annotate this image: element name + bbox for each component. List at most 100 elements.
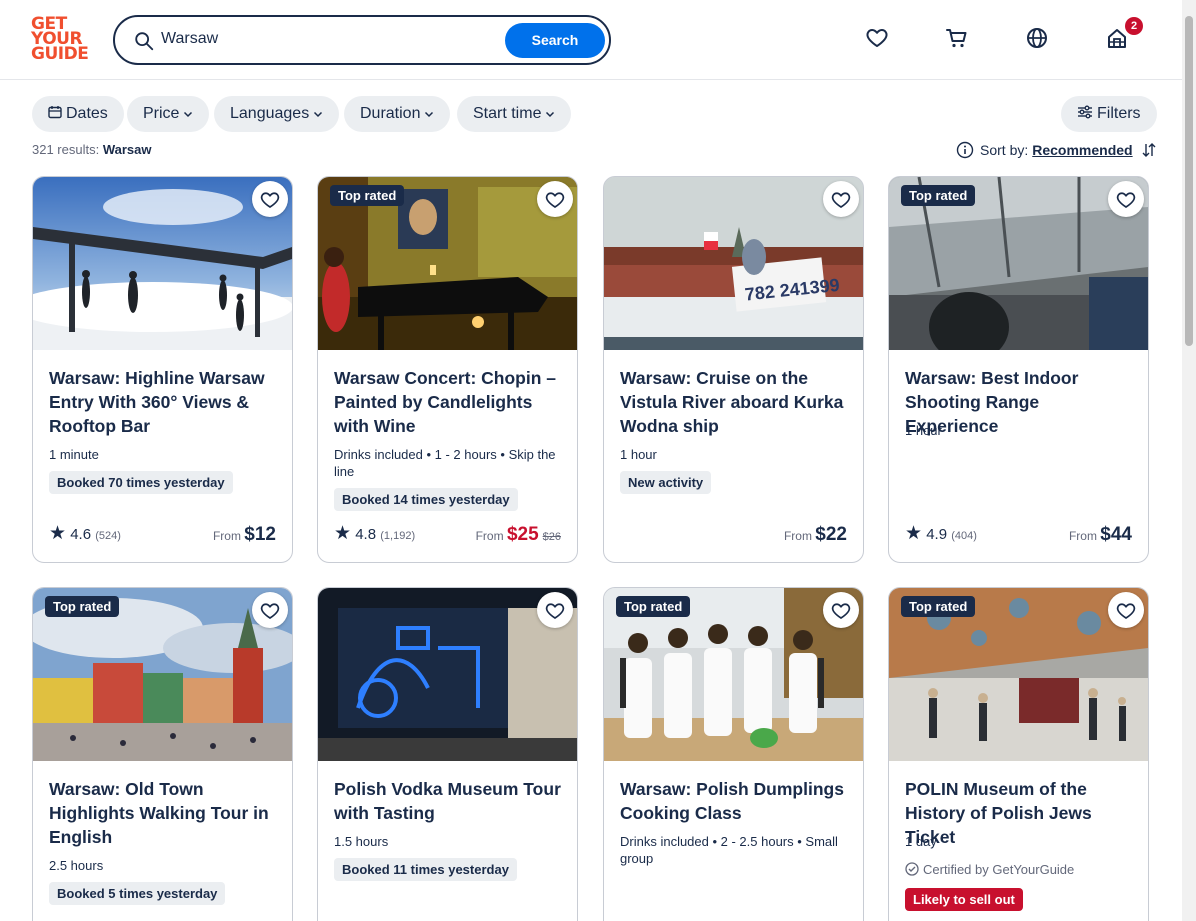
getyourguide-logo[interactable]: GET YOUR GUIDE: [31, 16, 91, 64]
sort-label: Sort by:: [980, 142, 1029, 158]
chevron-down-icon: [184, 111, 193, 117]
activity-card[interactable]: Top rated Warsaw: Best Indoor Shooting R…: [888, 176, 1149, 563]
price: From $12: [213, 524, 276, 546]
activity-card[interactable]: Polish Vodka Museum Tour with Tasting 1.…: [317, 587, 578, 921]
chip-label: Duration: [360, 105, 421, 122]
filters-label: Filters: [1097, 105, 1141, 122]
wishlist-heart-button[interactable]: [823, 181, 859, 217]
price: From $44: [1069, 524, 1132, 546]
activity-card[interactable]: Top rated Warsaw: Old Town Highlights Wa…: [32, 587, 293, 921]
new-activity-badge: New activity: [620, 471, 712, 494]
wishlist-heart-button[interactable]: [252, 181, 288, 217]
activity-duration: 2.5 hours: [49, 858, 104, 873]
heart-icon: [260, 603, 280, 619]
activity-card[interactable]: Warsaw: Highline Warsaw Entry With 360° …: [32, 176, 293, 563]
chip-label: Languages: [230, 105, 310, 122]
booked-badge: Booked 5 times yesterday: [49, 882, 226, 905]
rating: ★ 4.6 (524): [49, 522, 121, 545]
original-price: $26: [542, 531, 561, 543]
wishlist-heart-icon[interactable]: [865, 26, 889, 50]
heart-icon: [1116, 603, 1136, 619]
price-from-label: From: [212, 529, 241, 543]
star-icon: ★: [905, 523, 923, 544]
wishlist-heart-button[interactable]: [1108, 592, 1144, 628]
chip-label: Start time: [473, 105, 542, 122]
activity-title[interactable]: Warsaw: Highline Warsaw Entry With 360° …: [49, 366, 281, 438]
top-rated-badge: Top rated: [616, 596, 691, 617]
search-bar[interactable]: Warsaw Search: [113, 15, 611, 65]
booked-badge: Booked 11 times yesterday: [334, 858, 517, 881]
certified-check-icon: [905, 862, 919, 876]
chip-label: Price: [143, 105, 180, 122]
activity-meta: Drinks included • 2 - 2.5 hours • Small …: [620, 834, 838, 866]
wishlist-heart-button[interactable]: [537, 592, 573, 628]
activity-title[interactable]: Polish Vodka Museum Tour with Tasting: [334, 777, 566, 825]
wishlist-heart-button[interactable]: [252, 592, 288, 628]
chevron-down-icon: [314, 111, 323, 117]
activity-title[interactable]: Warsaw: Old Town Highlights Walking Tour…: [49, 777, 281, 849]
rating-value: 4.9: [926, 526, 948, 543]
search-icon: [135, 32, 154, 51]
cart-icon[interactable]: [945, 26, 969, 50]
page-scrollbar[interactable]: [1182, 0, 1196, 921]
activity-duration: 1 hour: [620, 447, 657, 462]
filter-chip-start-time[interactable]: Start time: [457, 96, 572, 132]
activity-title[interactable]: Warsaw: Polish Dumplings Cooking Class: [620, 777, 852, 825]
cart-count-badge: 2: [1125, 17, 1143, 35]
scrollbar-thumb[interactable]: [1185, 16, 1193, 346]
sort-control[interactable]: Sort by: Recommended: [956, 141, 1157, 159]
top-rated-badge: Top rated: [901, 596, 976, 617]
chevron-down-icon: [425, 111, 434, 117]
review-count: (1,192): [380, 530, 416, 542]
activity-card[interactable]: Top rated Warsaw: Polish Dumplings Cooki…: [603, 587, 864, 921]
activity-card[interactable]: 782 241399 Warsaw: Cruise on the Vistula…: [603, 176, 864, 563]
heart-icon: [545, 603, 565, 619]
sale-price-value: $25: [506, 524, 539, 545]
activity-title[interactable]: Warsaw: Cruise on the Vistula River aboa…: [620, 366, 852, 438]
heart-icon: [831, 603, 851, 619]
top-rated-badge: Top rated: [901, 185, 976, 206]
calendar-icon: [48, 106, 62, 119]
activity-duration: 1 hour: [905, 423, 942, 438]
rating-value: 4.6: [70, 526, 92, 543]
price: From $22: [784, 524, 847, 546]
header: GET YOUR GUIDE Warsaw Search 2: [0, 0, 1182, 80]
heart-icon: [1116, 192, 1136, 208]
price-from-label: From: [783, 529, 812, 543]
wishlist-heart-button[interactable]: [1108, 181, 1144, 217]
price-from-label: From: [475, 529, 504, 543]
booked-badge: Booked 70 times yesterday: [49, 471, 233, 494]
info-icon[interactable]: [956, 141, 974, 159]
results-query: Warsaw: [102, 142, 152, 157]
activity-card[interactable]: Top rated Warsaw Concert: Chopin – Paint…: [317, 176, 578, 563]
review-count: (524): [95, 530, 121, 542]
chip-label: Dates: [66, 105, 108, 122]
activity-card[interactable]: Top rated POLIN Museum of the History of…: [888, 587, 1149, 921]
certified-label: Certified by GetYourGuide: [905, 862, 1074, 877]
heart-icon: [831, 192, 851, 208]
filter-chip-duration[interactable]: Duration: [344, 96, 451, 132]
sort-arrows-icon[interactable]: [1141, 142, 1157, 158]
filter-chip-price[interactable]: Price: [127, 96, 210, 132]
rating: ★ 4.9 (404): [905, 522, 977, 545]
search-input[interactable]: Warsaw: [161, 30, 218, 48]
sort-value[interactable]: Recommended: [1032, 142, 1132, 158]
globe-icon[interactable]: [1025, 26, 1049, 50]
wishlist-heart-button[interactable]: [823, 592, 859, 628]
activity-duration: 1 day: [905, 834, 937, 849]
filter-chip-languages[interactable]: Languages: [214, 96, 340, 132]
filters-button[interactable]: Filters: [1061, 96, 1157, 132]
heart-icon: [260, 192, 280, 208]
sliders-icon: [1078, 105, 1092, 119]
activity-meta: Drinks included • 1 - 2 hours • Skip the…: [334, 447, 556, 479]
top-rated-badge: Top rated: [330, 185, 405, 206]
review-count: (404): [951, 530, 977, 542]
search-button[interactable]: Search: [505, 23, 605, 58]
filter-chip-dates[interactable]: Dates: [32, 96, 124, 132]
results-count: 321 results: Warsaw: [32, 142, 151, 157]
activity-title[interactable]: Warsaw Concert: Chopin – Painted by Cand…: [334, 366, 566, 438]
logo-line: GUIDE: [31, 44, 89, 64]
rating: ★ 4.8 (1,192): [334, 522, 415, 545]
results-count-text: 321 results:: [32, 142, 100, 157]
wishlist-heart-button[interactable]: [537, 181, 573, 217]
